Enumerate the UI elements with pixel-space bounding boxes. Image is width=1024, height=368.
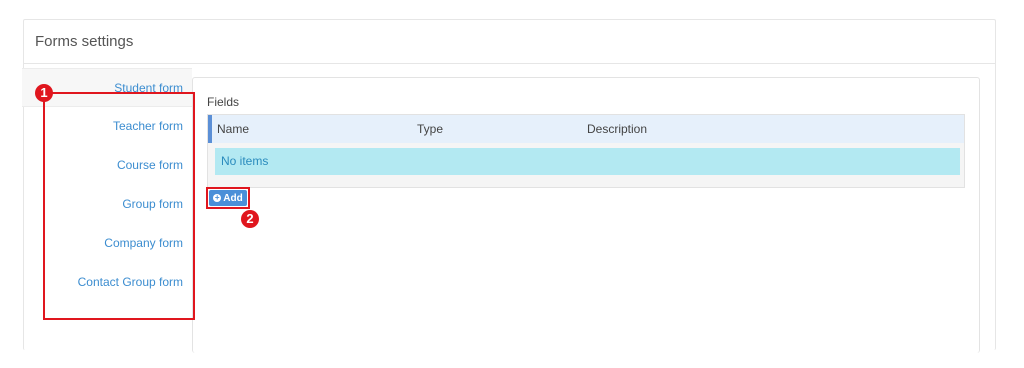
fields-title: Fields bbox=[207, 95, 240, 109]
form-content: Fields Name Type Description No items bbox=[192, 77, 980, 353]
fields-table: Name Type Description No items bbox=[207, 114, 965, 188]
empty-row: No items bbox=[215, 148, 960, 175]
panel-title: Forms settings bbox=[24, 20, 995, 64]
column-header-description[interactable]: Description bbox=[587, 122, 647, 136]
annotation-marker-1: 1 bbox=[35, 84, 53, 102]
table-header: Name Type Description bbox=[208, 115, 964, 143]
column-header-type[interactable]: Type bbox=[417, 122, 443, 136]
annotation-marker-2: 2 bbox=[241, 210, 259, 228]
column-header-name[interactable]: Name bbox=[217, 122, 249, 136]
annotation-box-sidebar bbox=[43, 92, 195, 320]
annotation-box-add bbox=[206, 187, 250, 209]
